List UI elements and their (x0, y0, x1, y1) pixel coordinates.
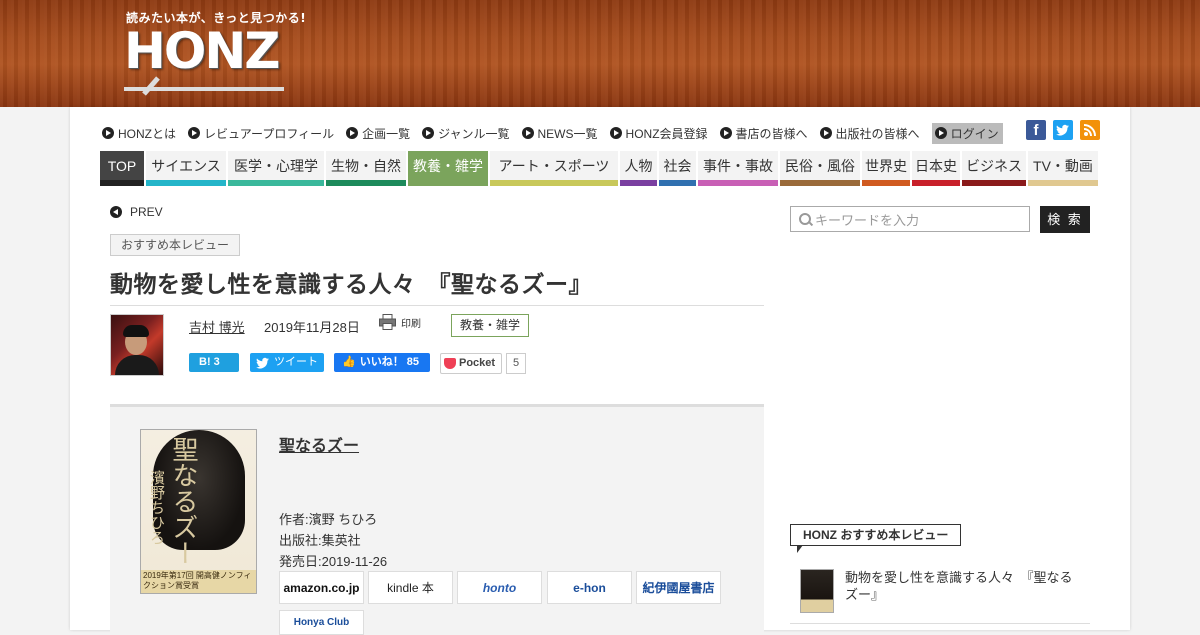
tweet-button[interactable]: ツイート (250, 353, 324, 372)
article-type-tag[interactable]: おすすめ本レビュー (110, 234, 241, 256)
twitter-bird-icon (1056, 124, 1069, 136)
twitter-icon[interactable] (1053, 120, 1073, 140)
nav-news[interactable]: NEWS一覧 (521, 125, 598, 142)
hatena-bookmark-button[interactable]: B! 3 (189, 353, 239, 372)
site-header: 読みたい本が、きっと見つかる! HONZ (0, 0, 1200, 107)
page-panel: HONZとは レビュアープロフィール 企画一覧 ジャンル一覧 NEWS一覧 HO… (70, 107, 1130, 635)
pocket-button[interactable]: Pocket (440, 353, 502, 374)
category-biology-nature[interactable]: 生物・自然 (326, 151, 406, 186)
arrow-circle-icon (188, 127, 200, 139)
nav-genres[interactable]: ジャンル一覧 (422, 125, 510, 142)
category-science[interactable]: サイエンス (146, 151, 226, 186)
nav-login[interactable]: ログイン (931, 122, 1003, 144)
arrow-circle-icon (422, 127, 435, 139)
arrow-circle-icon (521, 127, 534, 139)
arrow-circle-icon (609, 127, 622, 139)
book-info-box: 聖なるズー 濱野ちひろ 2019年第17回 開高健ノンフィクション賞受賞 聖なる… (110, 404, 764, 635)
twitter-bird-icon (256, 357, 269, 368)
avatar-body (115, 355, 159, 375)
shop-honyaclub-button[interactable]: Honya Club (279, 610, 364, 635)
cover-band-text: 2019年第17回 開高健ノンフィクション賞受賞 (143, 571, 252, 590)
category-top[interactable]: TOP (100, 151, 144, 186)
nav-about[interactable]: HONZとは (102, 125, 176, 142)
author-avatar[interactable] (110, 314, 164, 376)
search-input[interactable]: キーワードを入力 (790, 206, 1030, 232)
arrow-left-circle-icon (110, 206, 122, 218)
category-navigation: TOP サイエンス 医学・心理学 生物・自然 教養・雑学 アート・スポーツ 人物… (100, 151, 1100, 186)
nav-projects[interactable]: 企画一覧 (346, 125, 410, 142)
book-title-link[interactable]: 聖なるズー (279, 432, 359, 456)
arrow-circle-icon (934, 127, 947, 139)
cover-title: 聖なるズー (168, 436, 198, 566)
shop-kindle-button[interactable]: kindle 本 (368, 571, 453, 604)
arrow-circle-icon (819, 127, 832, 139)
facebook-like-button[interactable]: 👍 いいね！ 85 (334, 353, 430, 372)
sidebar-divider (790, 623, 1090, 624)
shop-ehon-button[interactable]: e-hon (547, 571, 632, 604)
arrow-circle-icon (346, 127, 359, 139)
book-cover[interactable]: 聖なるズー 濱野ちひろ 2019年第17回 開高健ノンフィクション賞受賞 (140, 429, 257, 594)
print-button[interactable]: 印刷 (379, 314, 421, 330)
cover-author: 濱野ちひろ (148, 470, 166, 545)
article-title: 動物を愛し性を意識する人々 『聖なるズー』 (110, 265, 764, 306)
pocket-count: 5 (506, 353, 526, 374)
book-release-date: 発売日:2019-11-26 (279, 554, 388, 569)
search-icon (799, 213, 811, 225)
category-folklore[interactable]: 民俗・風俗 (780, 151, 860, 186)
nav-publishers[interactable]: 出版社の皆様へ (819, 125, 920, 142)
sidebar-section-title: HONZ おすすめ本レビュー (790, 524, 962, 553)
sidebar-article-link[interactable]: 動物を愛し性を意識する人々 『聖なるズー』 (845, 569, 1085, 603)
pocket-icon (444, 358, 456, 369)
facebook-icon[interactable]: f (1026, 120, 1046, 140)
category-liberal-arts[interactable]: 教養・雑学 (408, 151, 488, 186)
rss-icon[interactable] (1080, 120, 1100, 140)
shop-honto-button[interactable]: honto (457, 571, 542, 604)
arrow-circle-icon (102, 127, 114, 139)
shop-kinokuniya-button[interactable]: 紀伊國屋書店 (636, 571, 721, 604)
article-date: 2019年11月28日 (264, 320, 360, 335)
author-link[interactable]: 吉村 博光 (189, 317, 245, 336)
category-world-history[interactable]: 世界史 (862, 151, 910, 186)
category-art-sports[interactable]: アート・スポーツ (490, 151, 618, 186)
nav-reviewer-profile[interactable]: レビュアープロフィール (188, 125, 334, 142)
category-society[interactable]: 社会 (659, 151, 696, 186)
nav-member-register[interactable]: HONZ会員登録 (609, 125, 708, 142)
honz-logo[interactable]: HONZ (124, 24, 290, 96)
rss-feed-icon (1083, 124, 1096, 137)
avatar-hair (123, 325, 149, 337)
search-button[interactable]: 検 索 (1040, 206, 1090, 233)
category-japanese-history[interactable]: 日本史 (912, 151, 960, 186)
magnifier-icon (124, 76, 284, 96)
thumbs-up-icon: 👍 (342, 356, 356, 368)
cover-band: 2019年第17回 開高健ノンフィクション賞受賞 (141, 570, 256, 593)
book-author: 作者:濱野 ちひろ (279, 512, 378, 527)
category-business[interactable]: ビジネス (962, 151, 1026, 186)
book-publisher: 出版社:集英社 (279, 533, 361, 548)
nav-bookstores[interactable]: 書店の皆様へ (719, 125, 808, 142)
category-people[interactable]: 人物 (620, 151, 657, 186)
shop-amazon-button[interactable]: amazon.co.jp (279, 571, 364, 604)
category-tv-video[interactable]: TV・動画 (1028, 151, 1098, 186)
category-incidents[interactable]: 事件・事故 (698, 151, 778, 186)
top-navigation: HONZとは レビュアープロフィール 企画一覧 ジャンル一覧 NEWS一覧 HO… (102, 122, 1015, 144)
sidebar-book-thumbnail[interactable] (800, 569, 834, 613)
article-category-tag[interactable]: 教養・雑学 (451, 314, 530, 337)
category-medicine-psychology[interactable]: 医学・心理学 (228, 151, 324, 186)
arrow-circle-icon (719, 127, 732, 139)
printer-icon (379, 314, 396, 330)
prev-link[interactable]: PREV (110, 205, 163, 219)
